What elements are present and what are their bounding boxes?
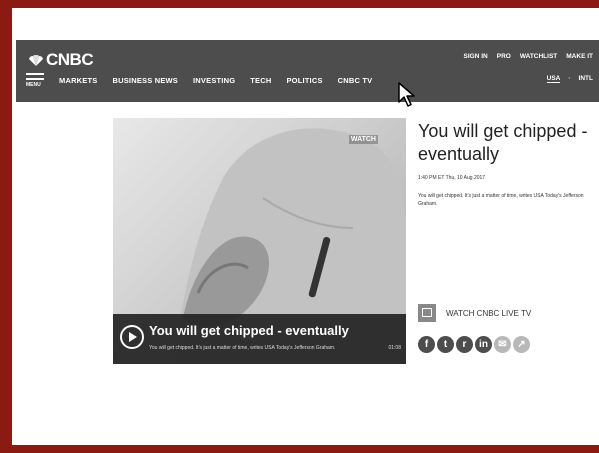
email-icon[interactable]: ✉ (494, 336, 511, 353)
account-links: SIGN IN PRO WATCHLIST MAKE IT (464, 53, 593, 60)
nav-item-business-news[interactable]: BUSINESS NEWS (112, 76, 178, 85)
tv-icon (418, 304, 436, 322)
pro-link[interactable]: PRO (497, 53, 511, 60)
article-summary: You will get chipped. It's just a matter… (418, 193, 584, 207)
region-intl[interactable]: INTL (579, 75, 593, 83)
video-duration: 01:08 (388, 345, 401, 351)
watchlist-link[interactable]: WATCHLIST (520, 53, 557, 60)
page-frame: CNBC MENU MARKETS BUSINESS NEWS INVESTIN… (12, 8, 599, 445)
article-headline[interactable]: You will get chipped - eventually (418, 120, 599, 166)
sign-in-link[interactable]: SIGN IN (464, 53, 488, 60)
watch-live-button[interactable]: WATCH CNBC LIVE TV (418, 304, 531, 322)
nav-item-investing[interactable]: INVESTING (193, 76, 235, 85)
watch-live-label: WATCH CNBC LIVE TV (446, 308, 532, 318)
region-usa[interactable]: USA (546, 75, 561, 83)
region-separator: · (568, 75, 571, 82)
nav-item-cnbc-tv[interactable]: CNBC TV (338, 76, 373, 85)
logo-text: CNBC (46, 50, 94, 69)
menu-button[interactable]: MENU (26, 73, 44, 88)
social-share-bar: f t r in ✉ ↗ (418, 336, 530, 353)
peacock-icon (29, 55, 43, 66)
video-caption-bar: You will get chipped - eventually You wi… (113, 314, 406, 364)
video-title: You will get chipped - eventually (149, 323, 349, 338)
nav-item-politics[interactable]: POLITICS (286, 76, 322, 85)
video-player[interactable]: WATCH You will get chipped - eventually … (113, 118, 406, 364)
hamburger-icon-bar (26, 78, 44, 80)
make-it-link[interactable]: MAKE IT (566, 53, 593, 60)
video-subtitle: You will get chipped. It's just a matter… (149, 345, 336, 351)
nav-item-tech[interactable]: TECH (250, 76, 271, 85)
reddit-icon[interactable]: r (456, 336, 473, 353)
mouse-pointer-icon (398, 82, 415, 107)
region-switch: USA · INTL (546, 75, 593, 83)
site-header: CNBC MENU MARKETS BUSINESS NEWS INVESTIN… (16, 40, 599, 102)
video-badge: WATCH (348, 135, 378, 144)
twitter-icon[interactable]: t (437, 336, 454, 353)
play-icon[interactable] (120, 325, 144, 349)
hamburger-icon (26, 73, 44, 75)
facebook-icon[interactable]: f (418, 336, 435, 353)
main-nav: MARKETS BUSINESS NEWS INVESTING TECH POL… (59, 76, 372, 85)
linkedin-icon[interactable]: in (475, 336, 492, 353)
menu-label: MENU (26, 82, 41, 88)
cnbc-logo[interactable]: CNBC (28, 50, 94, 70)
share-icon[interactable]: ↗ (513, 336, 530, 353)
article-dateline: 1:40 PM ET Thu, 10 Aug 2017 (418, 175, 486, 181)
article-panel: You will get chipped - eventually 1:40 P… (418, 120, 599, 208)
nav-item-markets[interactable]: MARKETS (59, 76, 97, 85)
